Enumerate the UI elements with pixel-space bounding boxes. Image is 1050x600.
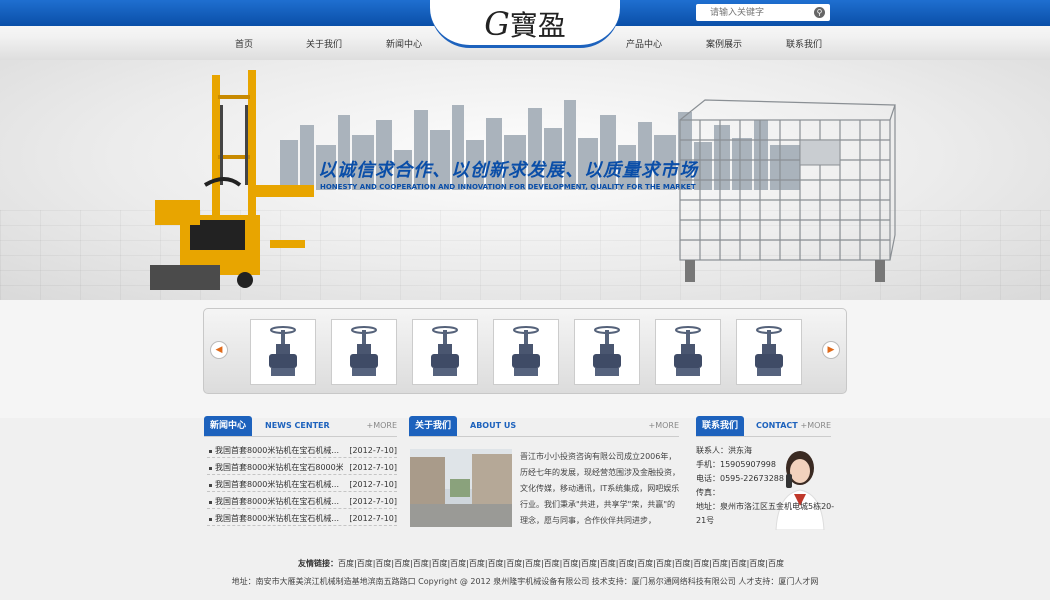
logo-cn: 寶盈 <box>509 9 566 42</box>
news-item-date: [2012-7-10] <box>349 497 397 506</box>
contact-line: 联系人：洪东海 <box>696 446 752 455</box>
about-text: 晋江市小小投资咨询有限公司成立2006年，历经七年的发展，现经营范围涉及金融投资… <box>520 452 680 525</box>
nav-products[interactable]: 产品中心 <box>609 37 679 50</box>
bullet-icon <box>209 501 212 504</box>
news-list-item[interactable]: 我国首套8000米钻机在宝石机械... [2012-7-10] <box>207 478 397 492</box>
news-list-item[interactable]: 我国首套8000米钻机在宝石8000米钻机在 [2012-7-10] <box>207 461 397 475</box>
news-list-item[interactable]: 我国首套8000米钻机在宝石机械... [2012-7-10] <box>207 495 397 509</box>
nav-contact[interactable]: 联系我们 <box>769 37 839 50</box>
news-more-link[interactable]: +MORE <box>366 416 397 436</box>
product-thumb-valve[interactable] <box>574 319 640 385</box>
news-item-date: [2012-7-10] <box>349 480 397 489</box>
news-list-item[interactable]: 我国首套8000米钻机在宝石机械... [2012-7-10] <box>207 512 397 526</box>
search-input[interactable] <box>700 6 808 19</box>
product-thumb-valve[interactable] <box>493 319 559 385</box>
contact-line: 21号 <box>696 516 715 525</box>
about-company-photo <box>410 449 512 527</box>
nav-home[interactable]: 首页 <box>209 37 279 50</box>
about-more-link[interactable]: +MORE <box>648 416 679 436</box>
bullet-icon <box>209 467 212 470</box>
customer-service-image <box>775 451 825 530</box>
about-title-en: ABOUT US <box>470 421 517 430</box>
about-divider <box>409 436 679 437</box>
nav-cases[interactable]: 案例展示 <box>689 37 759 50</box>
product-slider: ◀ ▶ <box>203 308 847 394</box>
site-logo[interactable]: G寶盈 <box>470 4 580 44</box>
nav-news[interactable]: 新闻中心 <box>369 37 439 50</box>
contact-line: 电话：0595-22673288 <box>696 474 784 483</box>
site-footer: 地址：南安市大雁美滨江机械制造基地滨南五路路口 Copyright @ 2012… <box>231 577 819 586</box>
bullet-icon <box>209 518 212 521</box>
news-item-date: [2012-7-10] <box>349 514 397 523</box>
banner-slogan-en: HONESTY AND COOPERATION AND INNOVATION F… <box>320 183 696 191</box>
contact-more-link[interactable]: +MORE <box>800 416 831 436</box>
bullet-icon <box>209 484 212 487</box>
contact-line: 传真： <box>696 488 720 497</box>
news-item-title[interactable]: 我国首套8000米钻机在宝石机械... <box>215 478 343 492</box>
arrow-left-icon[interactable]: ◀ <box>210 341 228 359</box>
nav-about[interactable]: 关于我们 <box>289 37 359 50</box>
news-item-title[interactable]: 我国首套8000米钻机在宝石机械... <box>215 495 343 509</box>
news-divider <box>204 436 397 437</box>
friend-links-list[interactable]: 百度|百度|百度|百度|百度|百度|百度|百度|百度|百度|百度|百度|百度|百… <box>338 559 784 568</box>
banner-slogan-cn: 以诚信求合作、以创新求发展、以质量求市场 <box>318 160 698 181</box>
wire-cage-image <box>679 99 896 282</box>
news-title-cn: 新闻中心 <box>204 416 253 436</box>
news-item-title[interactable]: 我国首套8000米钻机在宝石8000米钻机在 <box>215 461 343 475</box>
bullet-icon <box>209 450 212 453</box>
product-thumb-valve[interactable] <box>655 319 721 385</box>
news-title-en: NEWS CENTER <box>265 421 330 430</box>
contact-line: 地址：泉州市洛江区五金机电城5栋20- <box>696 502 835 511</box>
product-thumb-valve[interactable] <box>736 319 802 385</box>
news-list-item[interactable]: 我国首套8000米钻机在宝石机械... [2012-7-10] <box>207 444 397 458</box>
news-item-title[interactable]: 我国首套8000米钻机在宝石机械... <box>215 444 343 458</box>
arrow-right-icon[interactable]: ▶ <box>822 341 840 359</box>
product-thumb-valve[interactable] <box>412 319 478 385</box>
contact-divider <box>696 436 831 437</box>
friend-links: 友情链接：百度|百度|百度|百度|百度|百度|百度|百度|百度|百度|百度|百度… <box>298 558 784 569</box>
news-item-title[interactable]: 我国首套8000米钻机在宝石机械... <box>215 512 343 526</box>
product-thumb-valve[interactable] <box>250 319 316 385</box>
contact-title-cn: 联系我们 <box>696 416 745 436</box>
hero-banner[interactable]: 以诚信求合作、以创新求发展、以质量求市场 HONESTY AND COOPERA… <box>0 60 1050 300</box>
contact-title-en: CONTACT <box>756 421 798 430</box>
contact-header: 联系我们 CONTACT +MORE <box>696 416 831 436</box>
forklift-image <box>150 70 314 290</box>
product-thumb-valve[interactable] <box>331 319 397 385</box>
search-icon[interactable]: ⚲ <box>814 7 825 18</box>
news-item-date: [2012-7-10] <box>349 463 397 472</box>
about-title-cn: 关于我们 <box>409 416 458 436</box>
search-box: ⚲ <box>696 4 830 21</box>
header: G寶盈 ⚲ 首页 关于我们 新闻中心 产品中心 案例展示 联系我们 <box>0 0 1050 60</box>
contact-line: 手机：15905907998 <box>696 460 776 469</box>
about-header: 关于我们 ABOUT US +MORE <box>409 416 679 436</box>
friend-links-label: 友情链接： <box>298 559 338 568</box>
logo-latin: G <box>484 5 510 43</box>
news-header: 新闻中心 NEWS CENTER +MORE <box>204 416 397 436</box>
news-item-date: [2012-7-10] <box>349 446 397 455</box>
